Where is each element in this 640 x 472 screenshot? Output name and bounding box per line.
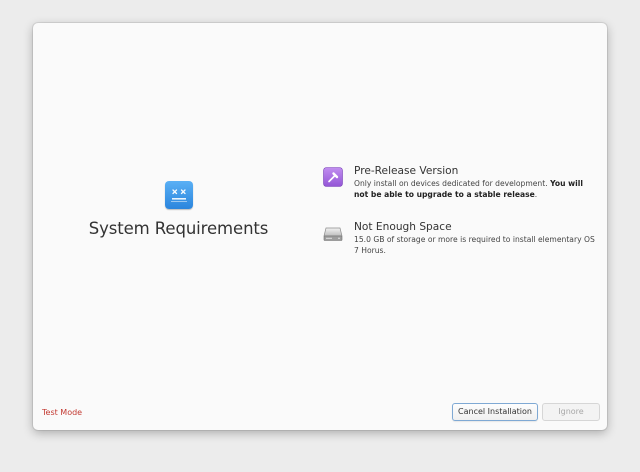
requirement-title: Not Enough Space [354,221,452,233]
test-mode-label: Test Mode [42,408,83,417]
page-title: System Requirements [88,219,269,238]
ignore-button[interactable]: Ignore [542,403,600,421]
requirements-header: System Requirements [81,181,276,238]
requirement-disk-space: Not Enough Space 15.0 GB of storage or m… [323,221,598,256]
requirement-title: Pre-Release Version [354,165,459,177]
requirement-description: Only install on devices dedicated for de… [354,179,583,199]
cancel-installation-button[interactable]: Cancel Installation [452,403,538,421]
drive-harddisk-icon [323,227,343,241]
installer-window: System Requirements Pre-Release Version … [33,23,607,430]
requirements-list: Pre-Release Version Only install on devi… [323,165,598,256]
requirement-pre-release: Pre-Release Version Only install on devi… [323,165,598,200]
requirement-description: 15.0 GB of storage or more is required t… [354,235,595,255]
hammer-icon [323,167,343,187]
dialog-error-icon [164,181,193,209]
